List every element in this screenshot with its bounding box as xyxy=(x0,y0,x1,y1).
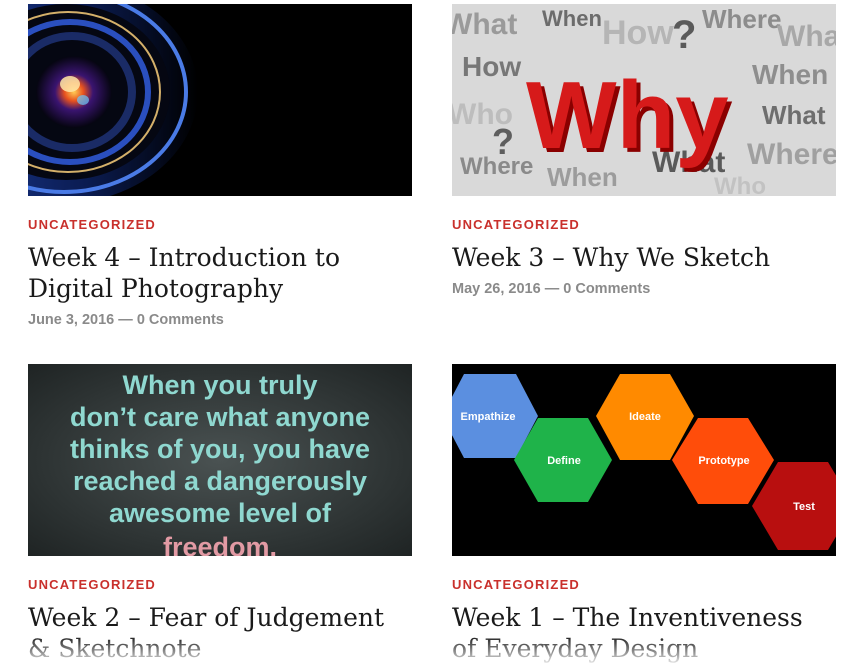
post-comments-link[interactable]: 0 Comments xyxy=(137,312,224,328)
post-category-link[interactable]: UNCATEGORIZED xyxy=(28,577,156,592)
svg-text:When: When xyxy=(752,59,828,90)
svg-text:freedom.: freedom. xyxy=(163,532,277,556)
svg-text:don’t care what anyone: don’t care what anyone xyxy=(70,402,370,432)
post-date-link[interactable]: May 26, 2016 xyxy=(452,281,541,297)
quote-chalkboard-image: When you truly don’t care what anyone th… xyxy=(28,364,412,556)
post-card-week-2: When you truly don’t care what anyone th… xyxy=(28,364,412,664)
svg-text:Define: Define xyxy=(547,455,581,467)
svg-text:?: ? xyxy=(492,121,514,162)
post-title-link[interactable]: Week 1 – The Inventiveness of Everyday D… xyxy=(452,602,812,664)
svg-text:Why: Why xyxy=(526,62,729,169)
svg-text:Test: Test xyxy=(793,501,815,513)
post-title-link[interactable]: Week 2 – Fear of Judgement & Sketchnote xyxy=(28,602,388,664)
post-card-week-4: UNCATEGORIZED Week 4 – Introduction to D… xyxy=(28,4,412,328)
meta-separator: — xyxy=(544,281,564,297)
svg-text:thinks of you, you have: thinks of you, you have xyxy=(70,434,370,464)
svg-text:When you truly: When you truly xyxy=(123,370,318,400)
post-meta: June 3, 2016 — 0 Comments xyxy=(28,312,412,328)
post-title-link[interactable]: Week 3 – Why We Sketch xyxy=(452,242,812,273)
post-category-link[interactable]: UNCATEGORIZED xyxy=(28,217,156,232)
post-category-link[interactable]: UNCATEGORIZED xyxy=(452,577,580,592)
why-word-cloud-image: What When How Where What ? How Who Where… xyxy=(452,4,836,196)
post-comments-link[interactable]: 0 Comments xyxy=(563,281,650,297)
svg-text:Where: Where xyxy=(702,4,781,34)
svg-text:What: What xyxy=(777,20,836,53)
post-category-link[interactable]: UNCATEGORIZED xyxy=(452,217,580,232)
camera-lens-image xyxy=(28,4,412,196)
post-date-link[interactable]: June 3, 2016 xyxy=(28,312,114,328)
design-thinking-hexagons-image: Empathize Define Ideate Prototype Test xyxy=(452,364,836,556)
svg-text:Empathize: Empathize xyxy=(460,411,515,423)
meta-separator: — xyxy=(118,312,137,328)
svg-text:Who: Who xyxy=(714,173,766,196)
post-title-link[interactable]: Week 4 – Introduction to Digital Photogr… xyxy=(28,242,388,304)
svg-text:How: How xyxy=(602,14,674,52)
svg-text:What: What xyxy=(452,8,517,41)
svg-text:?: ? xyxy=(672,13,696,57)
post-thumbnail-why[interactable]: What When How Where What ? How Who Where… xyxy=(452,4,836,196)
post-thumbnail-camera-lens[interactable] xyxy=(28,4,412,196)
svg-text:Ideate: Ideate xyxy=(629,411,661,423)
svg-text:Where: Where xyxy=(747,138,836,171)
svg-text:awesome level of: awesome level of xyxy=(109,498,332,528)
svg-text:reached a dangerously: reached a dangerously xyxy=(73,466,367,496)
post-card-week-3: What When How Where What ? How Who Where… xyxy=(452,4,836,297)
svg-text:How: How xyxy=(462,51,521,82)
post-card-week-1: Empathize Define Ideate Prototype Test U… xyxy=(452,364,836,664)
post-meta: May 26, 2016 — 0 Comments xyxy=(452,281,836,297)
svg-text:What: What xyxy=(762,100,826,130)
post-thumbnail-quote[interactable]: When you truly don’t care what anyone th… xyxy=(28,364,412,556)
svg-text:When: When xyxy=(542,6,602,31)
svg-text:Prototype: Prototype xyxy=(698,455,749,467)
post-thumbnail-design-thinking[interactable]: Empathize Define Ideate Prototype Test xyxy=(452,364,836,556)
